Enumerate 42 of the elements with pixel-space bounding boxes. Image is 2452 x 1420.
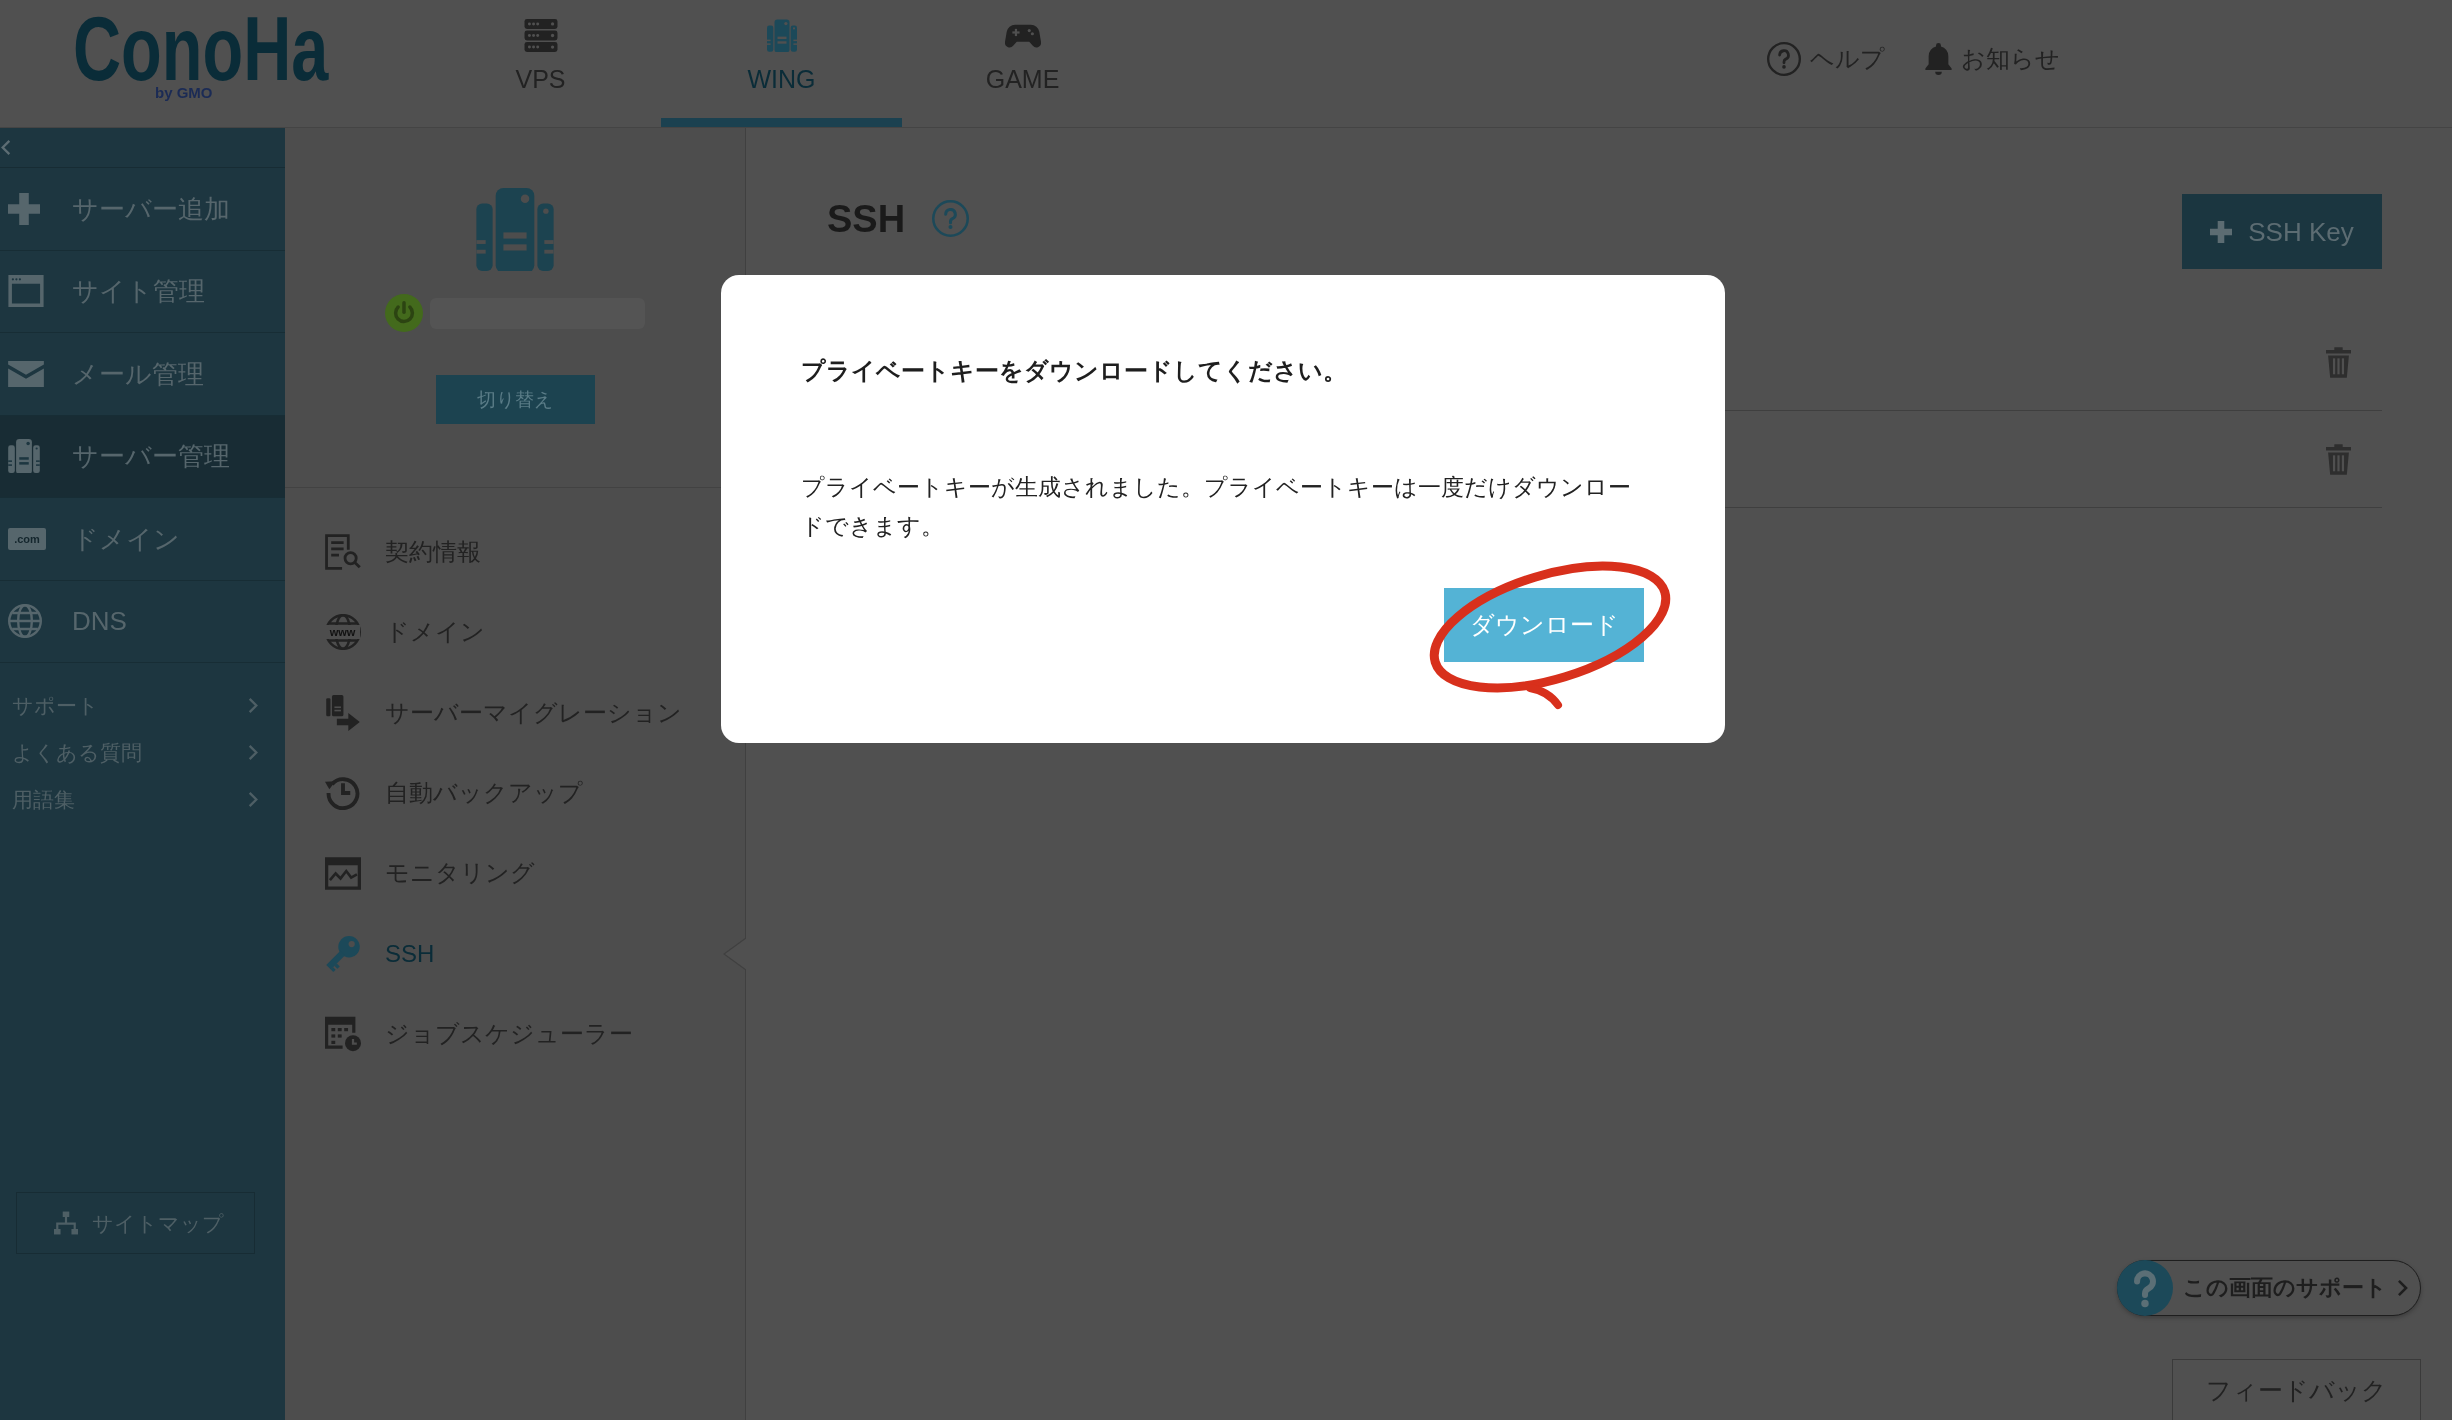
sidebar-item[interactable]: .com ドメイン	[0, 498, 285, 581]
sidebar-item[interactable]: DNS	[0, 580, 285, 663]
key-icon	[324, 935, 361, 972]
chart-window-icon	[324, 856, 361, 890]
chevron-right-icon	[2396, 1279, 2408, 1297]
dialog-title: プライベートキーをダウンロードしてください。	[801, 357, 1348, 386]
calendar-clock-icon	[324, 1016, 361, 1053]
help-icon	[1767, 42, 1801, 76]
sidebar-item[interactable]: サーバー追加	[0, 168, 285, 251]
help-icon	[932, 200, 970, 237]
add-ssh-key-button[interactable]: SSH Key	[2182, 194, 2382, 269]
server-icon	[766, 19, 797, 52]
plus-icon	[2210, 220, 2233, 243]
document-search-icon	[324, 534, 361, 571]
gamepad-icon	[1004, 23, 1041, 48]
chevron-right-icon	[248, 696, 258, 714]
download-button[interactable]: ダウンロード	[1444, 587, 1644, 662]
plus-icon	[8, 192, 40, 225]
server-arrow-icon	[324, 694, 361, 731]
sidebar-item[interactable]: メール管理	[0, 333, 285, 416]
sidebar-item[interactable]: サイト管理	[0, 250, 285, 333]
trash-icon[interactable]	[2326, 443, 2351, 475]
help-icon	[2116, 1260, 2173, 1316]
trash-icon[interactable]	[2326, 346, 2351, 378]
chevron-left-icon	[1, 139, 11, 156]
globe-icon	[8, 604, 42, 639]
bell-icon	[1925, 43, 1952, 75]
dialog-message: プライベートキーが生成されました。プライベートキーは一度だけダウンロードできます。	[801, 473, 1632, 541]
domain-tag: .com	[8, 527, 46, 550]
history-clock-icon	[324, 775, 361, 812]
chevron-right-icon	[248, 790, 258, 808]
envelope-icon	[8, 360, 44, 387]
logo-wordmark: ConoHa	[73, 14, 329, 84]
switch-button[interactable]: 切り替え	[435, 375, 595, 424]
window-icon	[8, 275, 44, 308]
server-rack-icon	[523, 19, 558, 52]
server-icon	[475, 188, 555, 271]
server-menu-item[interactable]: SSH	[285, 913, 745, 994]
chevron-right-icon	[248, 743, 258, 761]
server-icon	[8, 439, 40, 474]
sidebar-item[interactable]: サーバー管理	[0, 415, 285, 498]
sitemap-icon	[54, 1211, 78, 1235]
